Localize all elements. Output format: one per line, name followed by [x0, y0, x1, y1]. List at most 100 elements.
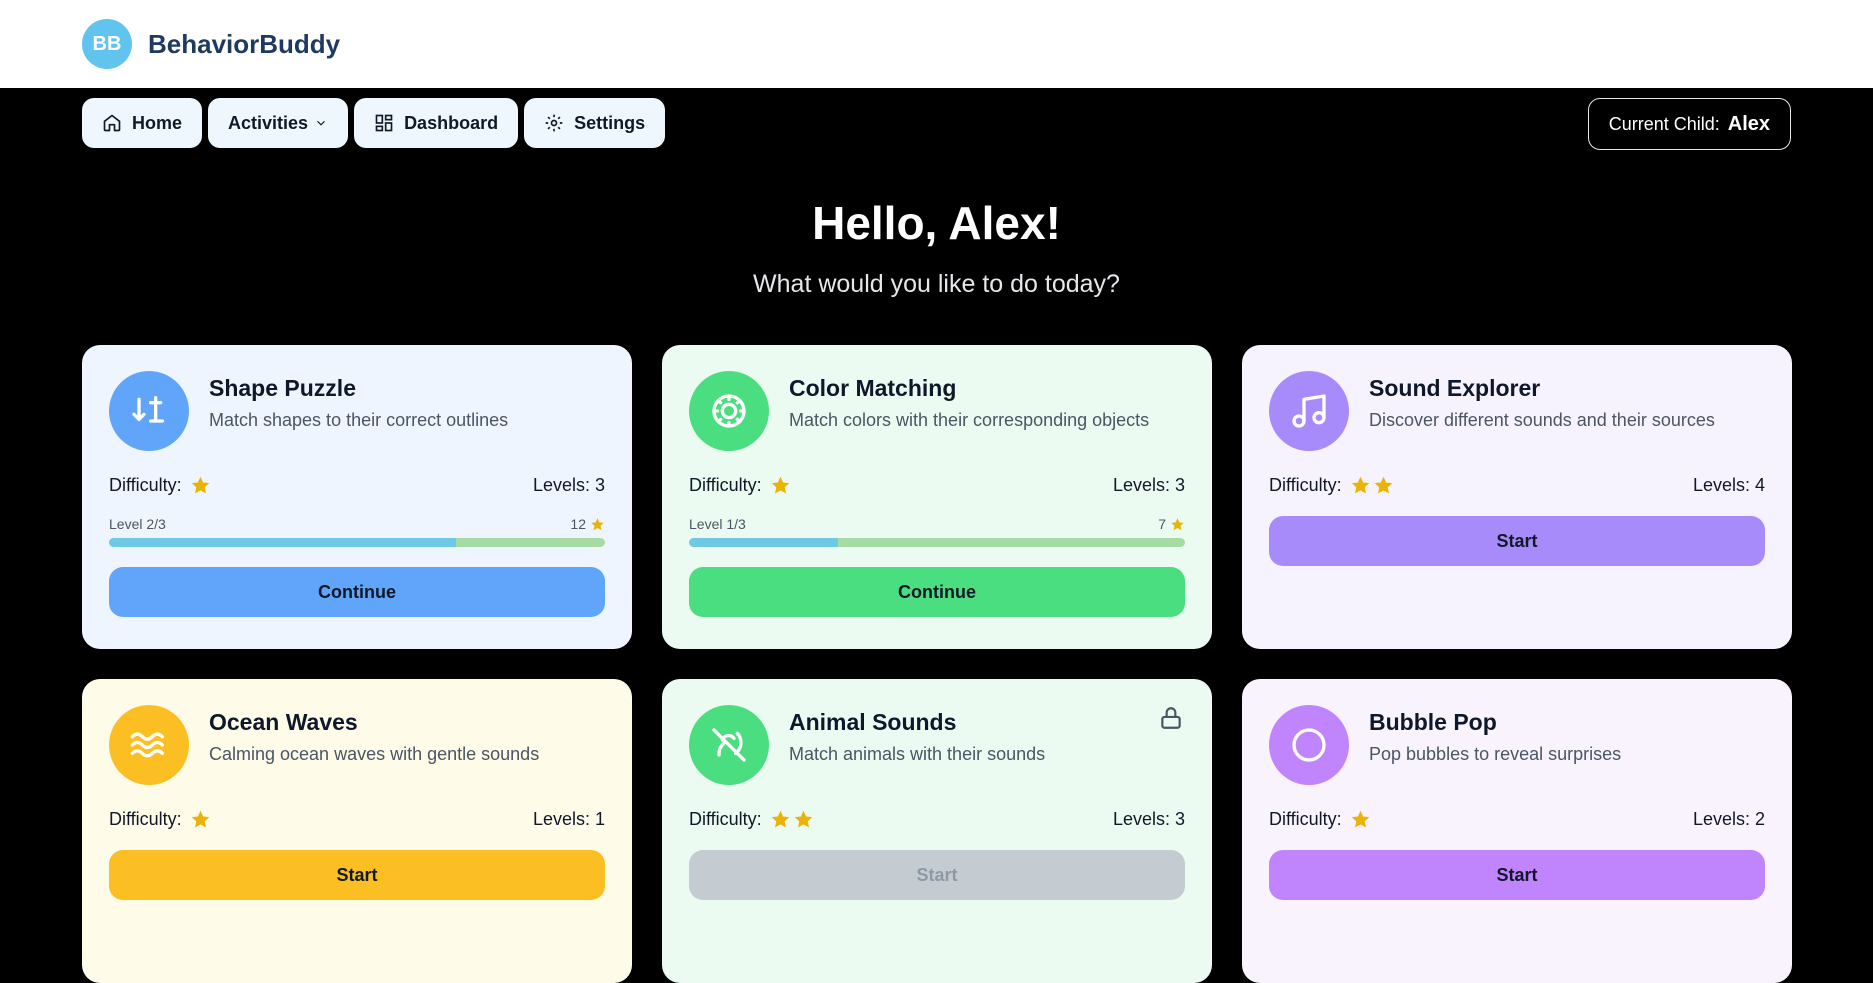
card-header: Color Matching Match colors with their co…: [689, 371, 1185, 451]
activity-title: Ocean Waves: [209, 709, 358, 735]
star-icon: [771, 476, 789, 494]
logo-badge[interactable]: BB: [82, 19, 132, 69]
main-nav: Home Activities Dashboard Settings: [82, 98, 666, 148]
music-icon: [1292, 394, 1326, 428]
top-bar: BB BehaviorBuddy: [0, 0, 1873, 88]
activity-card[interactable]: Shape Puzzle Match shapes to their correc…: [82, 345, 632, 649]
star-icon: [771, 810, 789, 828]
app-name[interactable]: BehaviorBuddy: [148, 29, 340, 60]
start-button[interactable]: Start: [109, 850, 605, 900]
nav-dashboard-label: Dashboard: [404, 112, 499, 133]
activity-card[interactable]: Color Matching Match colors with their co…: [662, 345, 1212, 649]
activity-meta: Difficulty: Levels: 3: [689, 475, 1185, 496]
activity-description: Calming ocean waves with gentle sounds: [209, 744, 540, 764]
difficulty-stars: [190, 475, 211, 496]
star-icon: [1351, 810, 1369, 828]
card-header: Ocean Waves Calming ocean waves with gent…: [109, 705, 605, 785]
points-value: 7: [1158, 516, 1166, 532]
difficulty-label: Difficulty:: [109, 475, 182, 495]
activity-card[interactable]: Ocean Waves Calming ocean waves with gent…: [82, 679, 632, 983]
activity-description: Pop bubbles to reveal surprises: [1369, 744, 1622, 764]
continue-button[interactable]: Continue: [689, 567, 1185, 617]
lock-icon: [1161, 707, 1181, 729]
activity-description: Match animals with their sounds: [789, 744, 1046, 764]
activity-meta: Difficulty: Levels: 4: [1269, 475, 1765, 496]
activity-meta: Difficulty: Levels: 2: [1269, 809, 1765, 830]
points: 7: [1158, 516, 1185, 532]
activity-card[interactable]: Sound Explorer Discover different sounds …: [1242, 345, 1792, 649]
levels-count: Levels: 1: [532, 809, 605, 829]
start-button[interactable]: Start: [1269, 850, 1765, 900]
progress-level: Level 2/3: [109, 516, 166, 532]
nav-activities-button[interactable]: Activities: [208, 98, 349, 148]
nav-home-button[interactable]: Home: [82, 98, 203, 148]
ear-off-icon: [712, 728, 746, 762]
levels-count: Levels: 4: [1692, 475, 1765, 495]
nav-settings-label: Settings: [574, 112, 646, 133]
activity-card[interactable]: Bubble Pop Pop bubbles to reveal surprise…: [1242, 679, 1792, 983]
difficulty-stars: [190, 809, 211, 830]
gear-icon: [545, 114, 563, 132]
activity-title: Shape Puzzle: [209, 375, 356, 401]
activity-card[interactable]: Animal Sounds Match animals with their so…: [662, 679, 1212, 983]
activity-grid: Shape Puzzle Match shapes to their correc…: [82, 345, 1793, 983]
star-icon: [591, 517, 604, 530]
hero: Hello, Alex! What would you like to do t…: [0, 196, 1873, 299]
difficulty-label: Difficulty:: [689, 475, 762, 495]
points: 12: [570, 516, 605, 532]
current-child-label: Current Child:: [1608, 113, 1720, 134]
difficulty-label: Difficulty:: [1269, 475, 1342, 495]
card-header: Sound Explorer Discover different sounds …: [1269, 371, 1765, 451]
nav-dashboard-button[interactable]: Dashboard: [354, 98, 519, 148]
waves-icon: [130, 732, 164, 758]
activity-icon-circle: [109, 371, 189, 451]
difficulty-label: Difficulty:: [109, 809, 182, 829]
card-header: Bubble Pop Pop bubbles to reveal surprise…: [1269, 705, 1765, 785]
activity-title: Sound Explorer: [1369, 375, 1541, 401]
card-header: Shape Puzzle Match shapes to their correc…: [109, 371, 605, 451]
difficulty-label: Difficulty:: [689, 809, 762, 829]
points-value: 12: [570, 516, 586, 532]
progress-info: Level 1/3 7: [689, 516, 1185, 532]
activity-icon-circle: [689, 705, 769, 785]
progress-info: Level 2/3 12: [109, 516, 605, 532]
activity-title: Bubble Pop: [1369, 709, 1497, 735]
difficulty-stars: [1350, 475, 1394, 496]
difficulty-stars: [770, 809, 814, 830]
palette-icon: [712, 394, 746, 428]
activity-meta: Difficulty: Levels: 3: [109, 475, 605, 496]
difficulty-label: Difficulty:: [1269, 809, 1342, 829]
progress-fill: [109, 538, 457, 547]
progress-fill: [689, 538, 838, 547]
activity-description: Match colors with their corresponding ob…: [789, 410, 1150, 430]
levels-count: Levels: 3: [1112, 809, 1185, 829]
activity-icon-circle: [1269, 705, 1349, 785]
activity-title: Color Matching: [789, 375, 957, 401]
star-icon: [1351, 476, 1369, 494]
progress-bar: [689, 538, 1185, 547]
nav-settings-button[interactable]: Settings: [524, 98, 666, 148]
star-icon: [191, 476, 209, 494]
progress-bar: [109, 538, 605, 547]
activity-icon-circle: [1269, 371, 1349, 451]
start-button: Start: [689, 850, 1185, 900]
nav-activities-label: Activities: [228, 112, 309, 133]
nav-row: Home Activities Dashboard Settings Curre…: [0, 98, 1873, 160]
current-child-selector[interactable]: Current Child: Alex: [1587, 98, 1791, 150]
levels-count: Levels: 3: [532, 475, 605, 495]
activity-description: Discover different sounds and their sour…: [1369, 410, 1715, 430]
star-icon: [794, 810, 812, 828]
start-button[interactable]: Start: [1269, 516, 1765, 566]
levels-count: Levels: 3: [1112, 475, 1185, 495]
greeting: Hello, Alex!: [812, 197, 1061, 249]
shapes-icon: [132, 396, 164, 423]
star-icon: [1374, 476, 1392, 494]
activity-meta: Difficulty: Levels: 1: [109, 809, 605, 830]
activity-icon-circle: [109, 705, 189, 785]
activity-meta: Difficulty: Levels: 3: [689, 809, 1185, 830]
card-header: Animal Sounds Match animals with their so…: [689, 705, 1185, 785]
continue-button[interactable]: Continue: [109, 567, 605, 617]
nav-home-label: Home: [132, 112, 183, 133]
difficulty-stars: [770, 475, 791, 496]
activity-title: Animal Sounds: [789, 709, 957, 735]
